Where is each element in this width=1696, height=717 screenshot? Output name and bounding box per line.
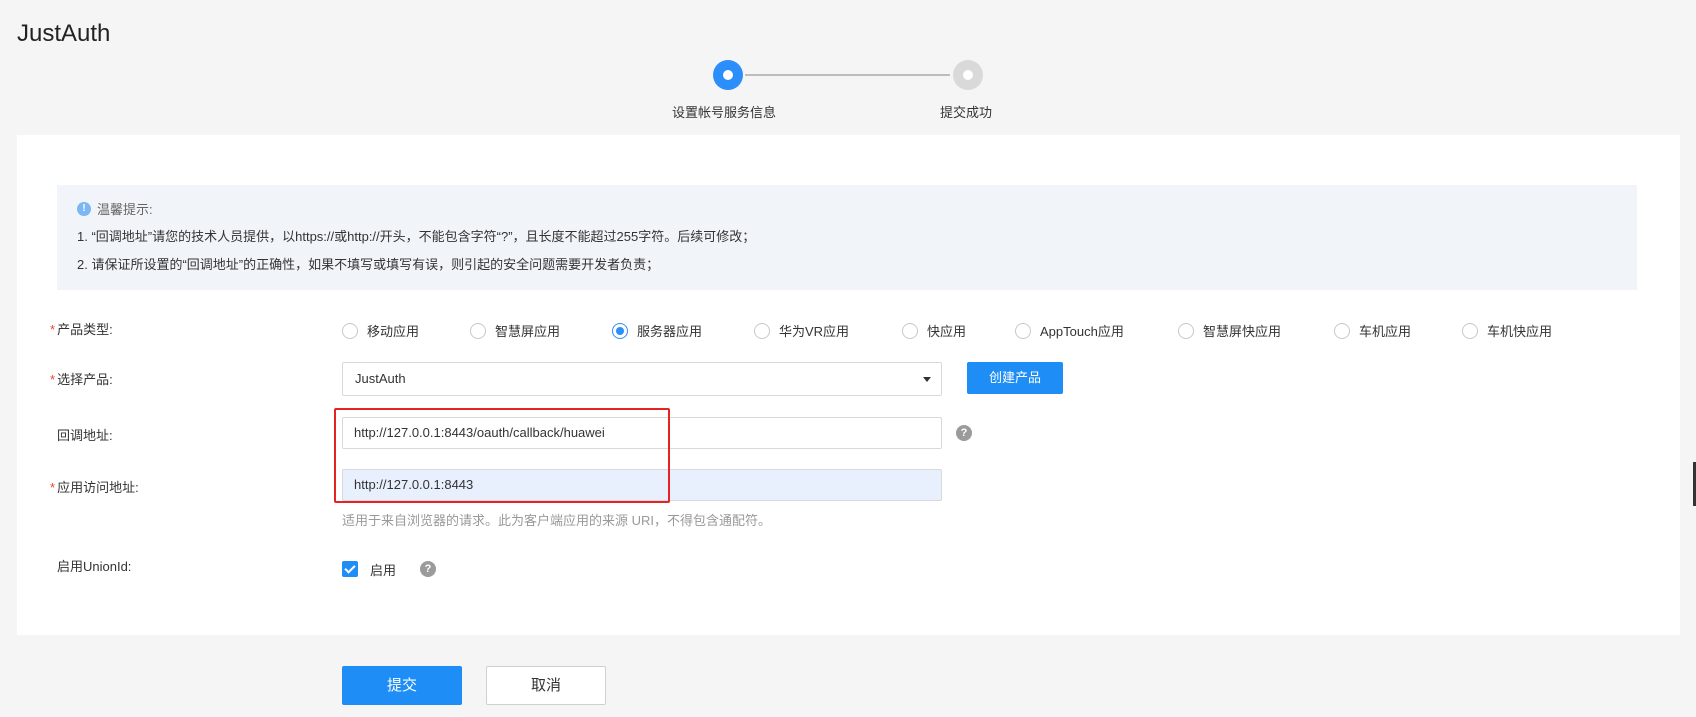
radio-circle[interactable] [754,322,770,339]
notice-line-1: 1. “回调地址”请您的技术人员提供，以https://或http://开头，不… [77,229,756,244]
radio-circle[interactable] [342,322,358,339]
radio-car-quick-app[interactable]: 车机快应用 [1462,321,1552,340]
product-select[interactable]: JustAuth [342,362,942,396]
step-connector [745,74,950,76]
chevron-down-icon [923,377,931,382]
radio-apptouch-app[interactable]: AppTouch应用 [1015,321,1124,340]
product-type-label: * 产品类型: [50,322,113,337]
progress-steps: 设置帐号服务信息 提交成功 [0,58,1696,128]
step-1-active-icon [713,60,743,90]
radio-smart-screen-app[interactable]: 智慧屏应用 [470,321,560,340]
submit-button[interactable]: 提交 [342,666,462,705]
unionid-label: 启用UnionId: [57,559,132,574]
create-product-button[interactable]: 创建产品 [967,362,1063,394]
radio-vr-app[interactable]: 华为VR应用 [754,321,849,340]
select-product-label: * 选择产品: [50,372,113,387]
cancel-button[interactable]: 取消 [486,666,606,705]
radio-circle[interactable] [1462,322,1478,339]
info-icon: ! [77,201,91,216]
notice-box: ! 温馨提示: 1. “回调地址”请您的技术人员提供，以https://或htt… [57,185,1637,290]
radio-smart-screen-quick-app[interactable]: 智慧屏快应用 [1178,321,1281,340]
app-title: JustAuth [17,20,111,47]
callback-help-icon[interactable]: ? [956,425,972,441]
app-url-hint: 适用于来自浏览器的请求。此为客户端应用的来源 URI，不得包含通配符。 [342,513,772,528]
radio-circle[interactable] [470,322,486,339]
radio-server-app[interactable]: 服务器应用 [612,321,702,340]
radio-circle-checked[interactable] [612,322,628,339]
step-2-label: 提交成功 [940,105,993,120]
step-1-label: 设置帐号服务信息 [672,105,777,120]
highlight-box [334,408,670,503]
notice-title: 温馨提示: [97,202,153,217]
step-2-pending-icon [953,60,983,90]
radio-circle[interactable] [1334,322,1350,339]
unionid-checkbox-label[interactable]: 启用 [370,560,396,579]
radio-circle[interactable] [902,322,918,339]
callback-url-label: 回调地址: [57,428,113,443]
app-url-label: * 应用访问地址: [50,480,139,495]
radio-mobile-app[interactable]: 移动应用 [342,321,419,340]
notice-line-2: 2. 请保证所设置的“回调地址”的正确性，如果不填写或填写有误，则引起的安全问题… [77,257,660,272]
radio-circle[interactable] [1015,322,1031,339]
radio-circle[interactable] [1178,322,1194,339]
radio-car-app[interactable]: 车机应用 [1334,321,1411,340]
unionid-help-icon[interactable]: ? [420,561,436,577]
unionid-checkbox[interactable] [342,561,358,577]
radio-quick-app[interactable]: 快应用 [902,321,966,340]
